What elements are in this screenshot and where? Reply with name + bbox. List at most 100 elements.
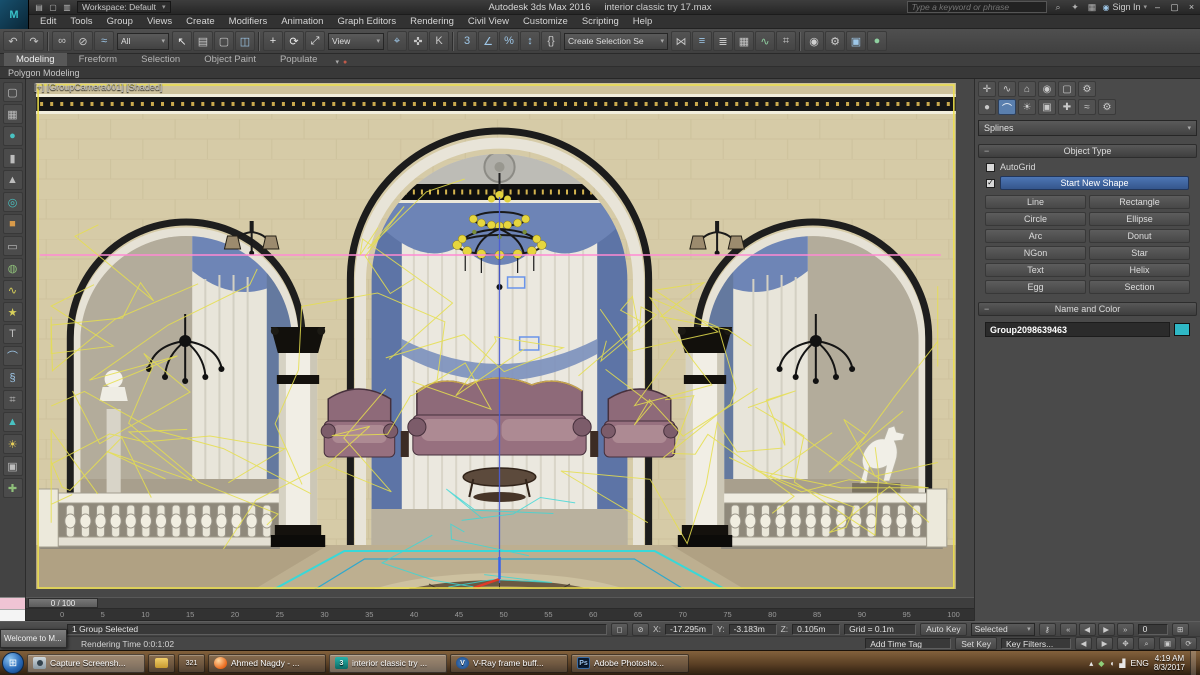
menu-tools[interactable]: Tools (63, 15, 99, 28)
shape-button-section[interactable]: Section (1089, 280, 1190, 294)
taskbar-photoshop-button[interactable]: Ps Adobe Photosho... (571, 653, 689, 673)
menu-rendering[interactable]: Rendering (403, 15, 461, 28)
maximize-button[interactable]: ▢ (1168, 1, 1181, 13)
geometry-category-icon[interactable]: ● (978, 99, 996, 115)
sphere-tool-icon[interactable]: ● (2, 126, 23, 146)
select-and-manipulate-icon[interactable]: ✜ (408, 31, 428, 51)
cameras-category-icon[interactable]: ▣ (1038, 99, 1056, 115)
tab-object-paint[interactable]: Object Paint (192, 53, 268, 66)
network-icon[interactable]: ▟ (1119, 659, 1125, 668)
set-key-button[interactable]: Set Key (955, 637, 997, 650)
minimize-button[interactable]: – (1151, 1, 1164, 13)
motion-tab-icon[interactable]: ◉ (1038, 81, 1056, 97)
helpers-category-icon[interactable]: ✚ (1058, 99, 1076, 115)
select-and-link-icon[interactable]: ∞ (52, 31, 72, 51)
taskbar-vray-button[interactable]: V V-Ray frame buff... (450, 653, 568, 673)
named-selection-sets-dropdown[interactable]: Create Selection Se ▾ (564, 32, 668, 50)
shape-button-text[interactable]: Text (985, 263, 1086, 277)
systems-category-icon[interactable]: ⚙ (1098, 99, 1116, 115)
box-tool-icon[interactable]: ■ (2, 214, 23, 234)
name-and-color-rollout[interactable]: − Name and Color (978, 302, 1197, 316)
search-input[interactable] (907, 1, 1048, 13)
workspace-dropdown[interactable]: Workspace: Default ▾ (77, 1, 171, 13)
rectangular-selection-region-icon[interactable]: ▢ (214, 31, 234, 51)
start-new-shape-button[interactable]: Start New Shape (1000, 176, 1189, 190)
object-type-rollout[interactable]: − Object Type (978, 144, 1197, 158)
orbit-icon[interactable]: ⟳ (1180, 637, 1197, 650)
camera-tool-icon[interactable]: ▣ (2, 456, 23, 476)
auto-key-button[interactable]: Auto Key (920, 622, 967, 636)
select-and-rotate-icon[interactable]: ⟳ (284, 31, 304, 51)
save-file-icon[interactable]: ▥ (61, 2, 73, 13)
menu-views[interactable]: Views (140, 15, 179, 28)
search-icon[interactable]: ⌕ (1051, 1, 1064, 13)
lights-category-icon[interactable]: ☀ (1018, 99, 1036, 115)
go-to-end-button[interactable]: » (1116, 622, 1134, 636)
time-slider-handle[interactable]: 0 / 100 (28, 598, 98, 608)
space-warps-category-icon[interactable]: ≈ (1078, 99, 1096, 115)
key-filters-field[interactable]: Key Filters... (1001, 638, 1071, 649)
plane-tool-icon[interactable]: ▭ (2, 236, 23, 256)
mirror-icon[interactable]: ⋈ (671, 31, 691, 51)
sign-in-button[interactable]: ◉ Sign In ▾ (1102, 2, 1147, 12)
show-desktop-button[interactable] (1190, 650, 1196, 675)
menu-graph-editors[interactable]: Graph Editors (330, 15, 403, 28)
time-slider-track[interactable]: 0 / 100 (26, 597, 974, 609)
align-icon[interactable]: ≡ (692, 31, 712, 51)
language-indicator[interactable]: ENG (1130, 658, 1148, 668)
object-color-swatch[interactable] (1174, 323, 1190, 336)
edit-named-selection-sets-icon[interactable]: {} (541, 31, 561, 51)
reference-coordinate-system-dropdown[interactable]: View ▾ (328, 32, 384, 50)
start-button[interactable]: ⊞ (2, 652, 24, 674)
ribbon-pin-icon[interactable]: ● (343, 59, 347, 66)
taskbar-folder-button[interactable] (148, 653, 175, 673)
select-and-move-icon[interactable]: + (263, 31, 283, 51)
shape-button-star[interactable]: Star (1089, 246, 1190, 260)
taskbar-firefox-button[interactable]: Ahmed Nagdy - ... (208, 653, 326, 673)
layer-manager-icon[interactable]: ≣ (713, 31, 733, 51)
taskbar-3dsmax-button[interactable]: 3 interior classic try ... (329, 653, 447, 673)
pan-icon[interactable]: ✥ (1117, 637, 1134, 650)
shape-button-arc[interactable]: Arc (985, 229, 1086, 243)
helix-tool-icon[interactable]: § (2, 368, 23, 388)
isolate-selection-icon[interactable]: ◻ (611, 622, 628, 636)
previous-key-icon[interactable]: ◀ (1075, 637, 1092, 650)
spinner-snap-icon[interactable]: ↕ (520, 31, 540, 51)
text-tool-icon[interactable]: T (2, 324, 23, 344)
ribbon-config-icon[interactable]: ▾ (335, 58, 339, 66)
key-mode-dropdown[interactable]: Selected ▾ (970, 622, 1035, 636)
menu-create[interactable]: Create (179, 15, 222, 28)
go-to-start-button[interactable]: « (1059, 622, 1077, 636)
create-tab-icon[interactable]: ✛ (978, 81, 996, 97)
schematic-view-icon[interactable]: ⌗ (776, 31, 796, 51)
favorites-icon[interactable]: ✦ (1068, 1, 1081, 13)
antivirus-icon[interactable]: ◆ (1098, 659, 1104, 668)
render-production-icon[interactable]: ● (867, 31, 887, 51)
modify-tab-icon[interactable]: ∿ (998, 81, 1016, 97)
rendered-frame-window-icon[interactable]: ▣ (846, 31, 866, 51)
previous-frame-button[interactable]: ◀ (1078, 622, 1096, 636)
tab-freeform[interactable]: Freeform (67, 53, 130, 66)
mesh-tool-icon[interactable]: ▲ (2, 412, 23, 432)
shape-button-egg[interactable]: Egg (985, 280, 1086, 294)
shape-button-ellipse[interactable]: Ellipse (1089, 212, 1190, 226)
keyboard-shortcut-override-icon[interactable]: K (429, 31, 449, 51)
zoom-extents-icon[interactable]: ▣ (1159, 637, 1176, 650)
volume-icon[interactable]: ◖ (1109, 659, 1114, 668)
shape-button-circle[interactable]: Circle (985, 212, 1086, 226)
next-key-icon[interactable]: ▶ (1096, 637, 1113, 650)
display-tab-icon[interactable]: ▢ (1058, 81, 1076, 97)
shape-button-donut[interactable]: Donut (1089, 229, 1190, 243)
select-and-scale-icon[interactable]: ⤢ (305, 31, 325, 51)
light-tool-icon[interactable]: ☀ (2, 434, 23, 454)
viewport-layout-icon[interactable]: ▢ (2, 82, 23, 102)
camera-viewport[interactable]: [+] [GroupCamera001] [Shaded] (26, 79, 974, 597)
hierarchy-tab-icon[interactable]: ⌂ (1018, 81, 1036, 97)
current-frame-field[interactable]: 0 (1137, 623, 1168, 635)
menu-help[interactable]: Help (626, 15, 660, 28)
tab-modeling[interactable]: Modeling (4, 53, 67, 66)
teapot-tool-icon[interactable]: ◍ (2, 258, 23, 278)
key-mode-icon[interactable]: ⚷ (1038, 622, 1056, 636)
tab-populate[interactable]: Populate (268, 53, 330, 66)
material-editor-icon[interactable]: ◉ (804, 31, 824, 51)
